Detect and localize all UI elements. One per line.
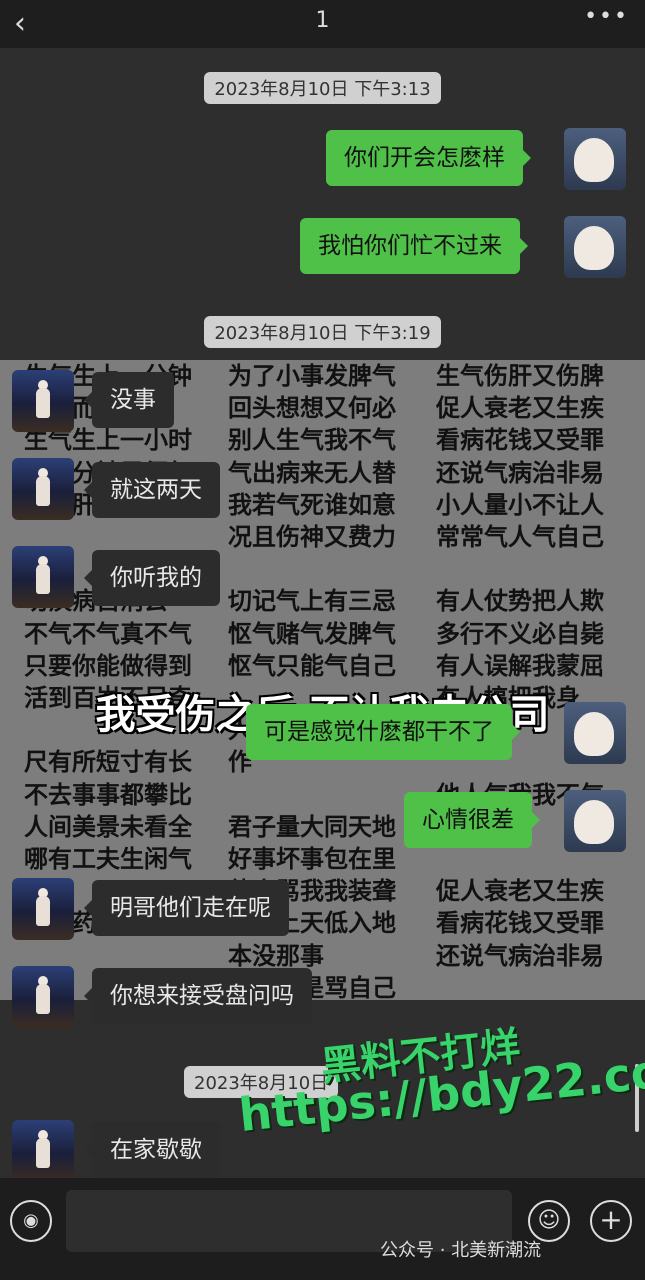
timestamp: 2023年8月10日 下午3:13 [0,72,645,104]
chat-title: 1 [315,8,330,33]
contact-avatar[interactable] [12,370,74,432]
input-bar: ◉ ☺ + 公众号 · 北美新潮流 [0,1178,645,1280]
message-bubble-sent[interactable]: 可是感觉什麽都干不了 [246,704,520,760]
top-bar: ‹ 1 ••• [0,0,645,48]
contact-avatar[interactable] [12,546,74,608]
contact-avatar[interactable] [12,966,74,1028]
account-watermark: 公众号 · 北美新潮流 [380,1240,542,1261]
my-avatar[interactable] [564,790,626,852]
my-avatar[interactable] [564,216,626,278]
voice-icon[interactable]: ◉ [10,1200,52,1242]
message-bubble-sent[interactable]: 你们开会怎麽样 [326,130,531,186]
message-bubble-received[interactable]: 你想来接受盘问吗 [84,968,312,1024]
message-bubble-received[interactable]: 你听我的 [84,550,220,606]
contact-avatar[interactable] [12,1120,74,1178]
message-bubble-received[interactable]: 明哥他们走在呢 [84,880,289,936]
message-bubble-sent[interactable]: 我怕你们忙不过来 [300,218,528,274]
contact-avatar[interactable] [12,458,74,520]
contact-avatar[interactable] [12,878,74,940]
timestamp: 2023年8月10日 下午3:19 [0,316,645,348]
chat-area[interactable]: 2023年8月10日 下午3:13 你们开会怎麽样 我怕你们忙不过来 2023年… [0,48,645,1178]
message-bubble-received[interactable]: 没事 [84,372,174,428]
poem-column: 生气伤肝又伤脾 促人衰老又生疾 看病花钱又受罪 还说气病治非易 小人量小不让人 … [436,362,604,970]
plus-icon[interactable]: + [590,1200,632,1242]
more-options-icon[interactable]: ••• [584,4,629,29]
poem-column: 生气生上一分钟 千秋而化气 生气生上一小时 六十分钟早僵气 伤了肝来害了脾 常 … [24,362,192,937]
message-bubble-sent[interactable]: 心情很差 [404,792,540,848]
message-bubble-received[interactable]: 就这两天 [84,462,220,518]
my-avatar[interactable] [564,702,626,764]
my-avatar[interactable] [564,128,626,190]
message-bubble-received[interactable]: 在家歇歇 [84,1122,220,1178]
